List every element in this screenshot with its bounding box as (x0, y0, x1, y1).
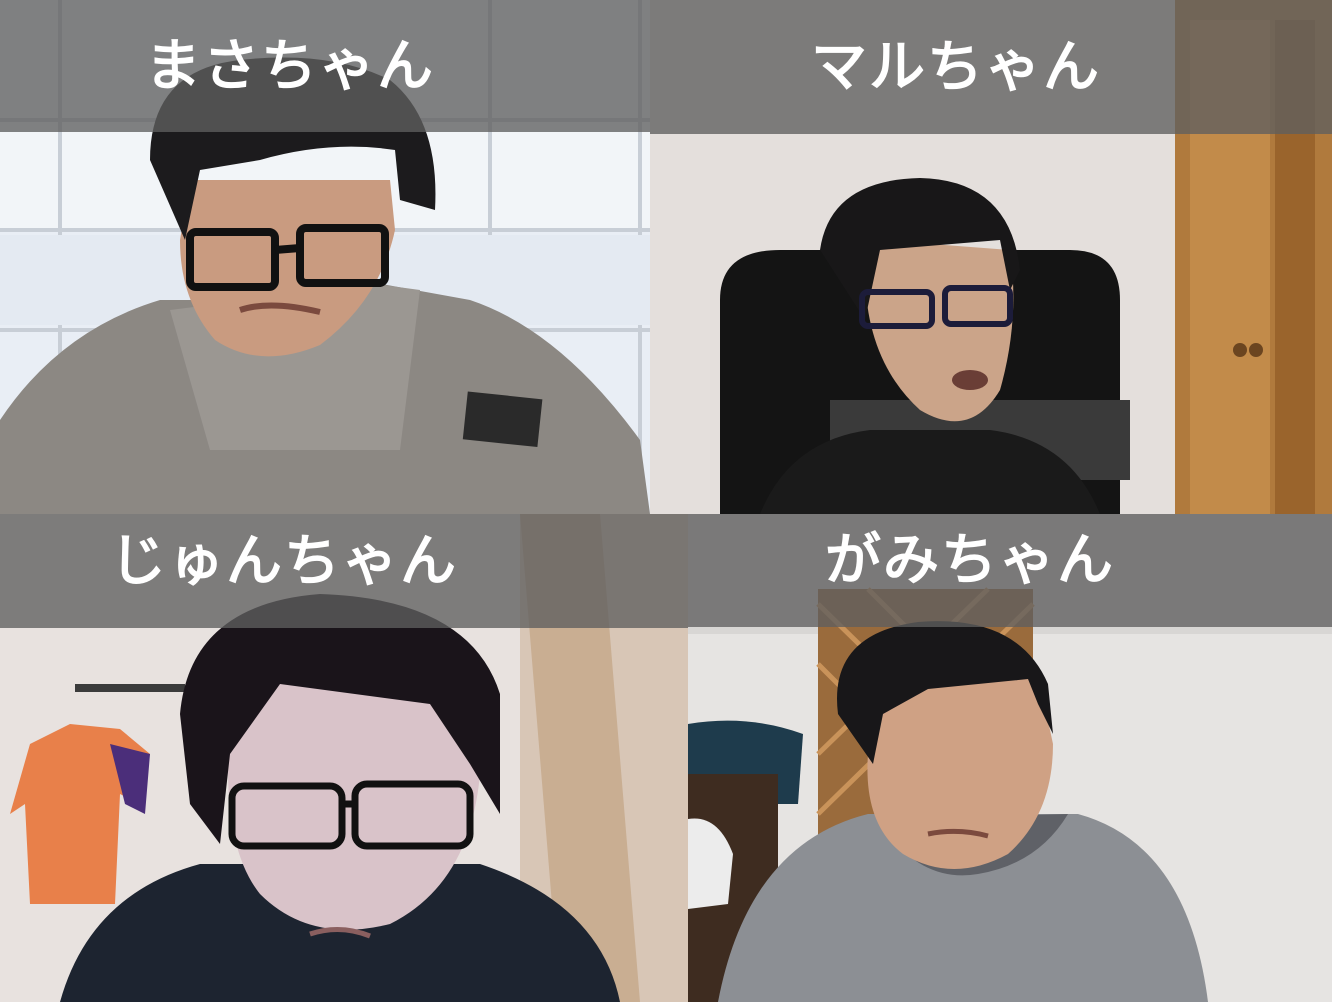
participant-name: まさちゃん (145, 33, 435, 99)
participant-name: じゅんちゃん (110, 528, 458, 594)
participant-name: がみちゃん (825, 528, 1115, 593)
name-bar: マルちゃん (650, 0, 1332, 134)
name-bar: じゅんちゃん (0, 514, 688, 628)
video-tile-3[interactable]: じゅんちゃん (0, 514, 688, 1002)
name-bar: まさちゃん (0, 0, 650, 132)
participant-name: マルちゃん (811, 34, 1101, 100)
video-tile-1[interactable]: まさちゃん (0, 0, 650, 514)
video-tile-4[interactable]: がみちゃん (688, 514, 1332, 1002)
video-tile-2[interactable]: マルちゃん (650, 0, 1332, 514)
name-bar: がみちゃん (688, 514, 1332, 627)
